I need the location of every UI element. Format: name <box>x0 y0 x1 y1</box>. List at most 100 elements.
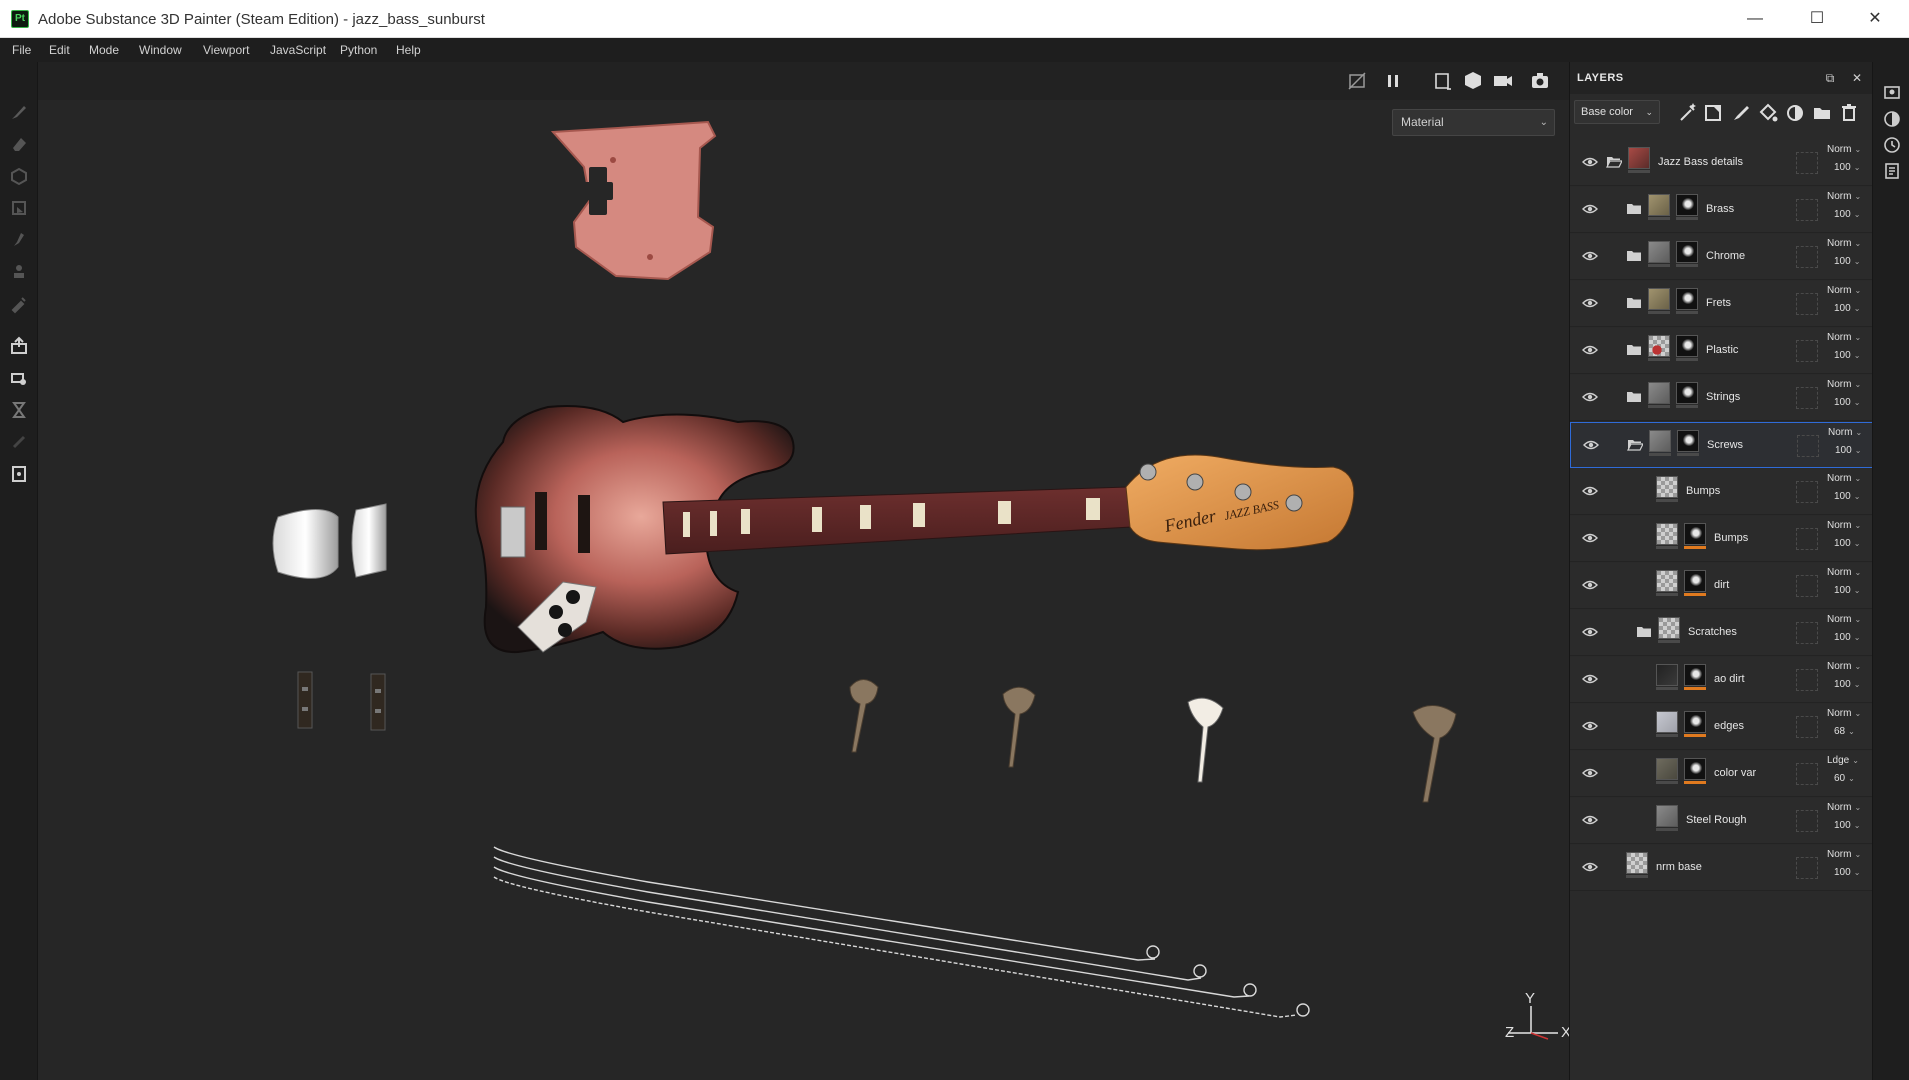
visibility-eye-icon[interactable] <box>1582 673 1598 685</box>
bake-export-icon[interactable] <box>9 336 29 356</box>
layer-row[interactable]: color var Ldge ⌄ 60 ⌄ <box>1570 751 1873 797</box>
visibility-eye-icon[interactable] <box>1582 250 1598 262</box>
link-icon[interactable] <box>9 432 29 452</box>
geometry-mask-slot[interactable] <box>1796 481 1818 503</box>
layer-row[interactable]: Frets Norm ⌄ 100 ⌄ <box>1570 281 1873 327</box>
geometry-mask-slot[interactable] <box>1796 763 1818 785</box>
geometry-mask-slot[interactable] <box>1796 528 1818 550</box>
opacity-dropdown[interactable]: 100 ⌄ <box>1834 350 1860 361</box>
add-effect-icon[interactable] <box>1676 102 1698 124</box>
menu-file[interactable]: File <box>12 43 31 57</box>
layer-thumbnail[interactable] <box>1656 570 1678 592</box>
opacity-dropdown[interactable]: 100 ⌄ <box>1834 538 1860 549</box>
channel-dropdown[interactable]: Base color ⌄ <box>1574 100 1660 124</box>
visibility-eye-icon[interactable] <box>1582 532 1598 544</box>
opacity-dropdown[interactable]: 68 ⌄ <box>1834 726 1855 737</box>
projection-icon[interactable] <box>9 166 29 186</box>
layer-mask-thumbnail[interactable] <box>1677 430 1699 452</box>
layer-row[interactable]: ao dirt Norm ⌄ 100 ⌄ <box>1570 657 1873 703</box>
blend-mode-dropdown[interactable]: Norm ⌄ <box>1827 285 1861 296</box>
blend-mode-dropdown[interactable]: Norm ⌄ <box>1827 661 1861 672</box>
layer-row[interactable]: Brass Norm ⌄ 100 ⌄ <box>1570 187 1873 233</box>
layer-mask-thumbnail[interactable] <box>1684 664 1706 686</box>
delete-layer-icon[interactable] <box>1838 102 1860 124</box>
3d-viewport[interactable]: Material ⌄ Fender JAZZ BASS Y X Z <box>38 62 1571 1070</box>
geometry-mask-slot[interactable] <box>1796 340 1818 362</box>
add-mask-icon[interactable] <box>1703 102 1725 124</box>
plugin-icon[interactable] <box>9 464 29 484</box>
menu-mode[interactable]: Mode <box>89 43 119 57</box>
layer-thumbnail[interactable] <box>1656 805 1678 827</box>
folder-icon[interactable] <box>1626 343 1642 356</box>
opacity-dropdown[interactable]: 100 ⌄ <box>1834 679 1860 690</box>
texture-set-settings-icon[interactable] <box>1883 84 1901 102</box>
close-panel-icon[interactable]: ✕ <box>1850 71 1864 85</box>
menu-edit[interactable]: Edit <box>49 43 70 57</box>
geometry-mask-slot[interactable] <box>1797 435 1819 457</box>
visibility-eye-icon[interactable] <box>1582 156 1598 168</box>
layer-mask-thumbnail[interactable] <box>1676 194 1698 216</box>
texture-set-icon[interactable] <box>9 368 29 388</box>
smudge-icon[interactable] <box>9 230 29 250</box>
layer-thumbnail[interactable] <box>1656 711 1678 733</box>
layer-row[interactable]: Plastic Norm ⌄ 100 ⌄ <box>1570 328 1873 374</box>
geometry-mask-slot[interactable] <box>1796 810 1818 832</box>
visibility-eye-icon[interactable] <box>1582 391 1598 403</box>
visibility-eye-icon[interactable] <box>1582 203 1598 215</box>
add-paint-layer-icon[interactable] <box>1730 102 1752 124</box>
visibility-eye-icon[interactable] <box>1582 814 1598 826</box>
visibility-eye-icon[interactable] <box>1582 297 1598 309</box>
opacity-dropdown[interactable]: 100 ⌄ <box>1834 209 1860 220</box>
minimize-button[interactable]: — <box>1728 0 1782 38</box>
blend-mode-dropdown[interactable]: Norm ⌄ <box>1828 427 1862 438</box>
layer-row[interactable]: dirt Norm ⌄ 100 ⌄ <box>1570 563 1873 609</box>
layer-thumbnail[interactable] <box>1648 335 1670 357</box>
geometry-mask-slot[interactable] <box>1796 152 1818 174</box>
folder-icon[interactable] <box>1626 390 1642 403</box>
geometry-mask-slot[interactable] <box>1796 716 1818 738</box>
visibility-eye-icon[interactable] <box>1582 861 1598 873</box>
blend-mode-dropdown[interactable]: Norm ⌄ <box>1827 144 1861 155</box>
undock-icon[interactable]: ⧉ <box>1823 71 1837 85</box>
layer-thumbnail[interactable] <box>1656 523 1678 545</box>
blend-mode-dropdown[interactable]: Norm ⌄ <box>1827 191 1861 202</box>
blend-mode-dropdown[interactable]: Ldge ⌄ <box>1827 755 1859 766</box>
geometry-mask-slot[interactable] <box>1796 199 1818 221</box>
color-picker-icon[interactable] <box>9 294 29 314</box>
menu-help[interactable]: Help <box>396 43 421 57</box>
visibility-eye-icon[interactable] <box>1582 767 1598 779</box>
menu-viewport[interactable]: Viewport <box>203 43 249 57</box>
opacity-dropdown[interactable]: 100 ⌄ <box>1834 256 1860 267</box>
blend-mode-dropdown[interactable]: Norm ⌄ <box>1827 567 1861 578</box>
geometry-mask-slot[interactable] <box>1796 857 1818 879</box>
layer-thumbnail[interactable] <box>1649 430 1671 452</box>
geometry-mask-slot[interactable] <box>1796 246 1818 268</box>
hourglass-icon[interactable] <box>9 400 29 420</box>
blend-mode-dropdown[interactable]: Norm ⌄ <box>1827 708 1861 719</box>
opacity-dropdown[interactable]: 100 ⌄ <box>1834 303 1860 314</box>
geometry-mask-slot[interactable] <box>1796 622 1818 644</box>
visibility-eye-icon[interactable] <box>1582 344 1598 356</box>
eraser-icon[interactable] <box>9 134 29 154</box>
layer-thumbnail[interactable] <box>1628 147 1650 169</box>
layer-row[interactable]: Screws Norm ⌄ 100 ⌄ <box>1570 422 1873 468</box>
layer-row[interactable]: Bumps Norm ⌄ 100 ⌄ <box>1570 469 1873 515</box>
layer-row[interactable]: Steel Rough Norm ⌄ 100 ⌄ <box>1570 798 1873 844</box>
visibility-eye-icon[interactable] <box>1582 720 1598 732</box>
layer-mask-thumbnail[interactable] <box>1676 288 1698 310</box>
layer-row[interactable]: nrm base Norm ⌄ 100 ⌄ <box>1570 845 1873 891</box>
add-fill-layer-icon[interactable] <box>1757 102 1779 124</box>
layer-mask-thumbnail[interactable] <box>1684 523 1706 545</box>
opacity-dropdown[interactable]: 100 ⌄ <box>1834 162 1860 173</box>
polygon-fill-icon[interactable] <box>9 198 29 218</box>
maximize-button[interactable]: ☐ <box>1790 0 1844 38</box>
blend-mode-dropdown[interactable]: Norm ⌄ <box>1827 379 1861 390</box>
clone-stamp-icon[interactable] <box>9 262 29 282</box>
menu-javascript[interactable]: JavaScript <box>270 43 326 57</box>
add-smart-material-icon[interactable] <box>1784 102 1806 124</box>
display-settings-icon[interactable] <box>1883 110 1901 128</box>
visibility-eye-icon[interactable] <box>1583 439 1599 451</box>
opacity-dropdown[interactable]: 100 ⌄ <box>1834 820 1860 831</box>
menu-window[interactable]: Window <box>139 43 182 57</box>
history-icon[interactable] <box>1883 136 1901 154</box>
